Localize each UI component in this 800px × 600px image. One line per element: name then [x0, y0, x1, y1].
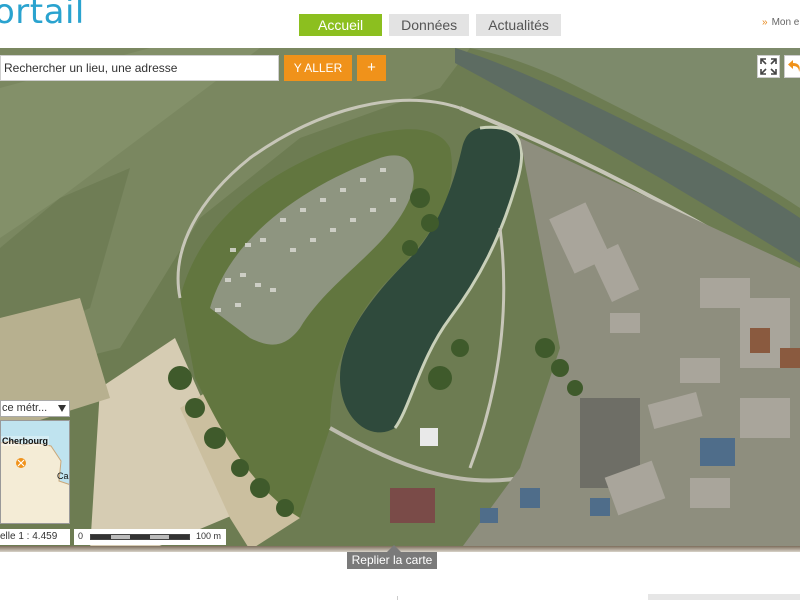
aerial-imagery[interactable] — [0, 48, 800, 550]
tab-actualites[interactable]: Actualités — [476, 14, 561, 36]
site-logo[interactable]: ortail — [0, 0, 85, 32]
fullscreen-button[interactable] — [757, 55, 780, 78]
search-input[interactable] — [0, 55, 279, 81]
add-button[interactable]: + — [357, 55, 386, 81]
collapse-map-button[interactable]: Replier la carte — [347, 545, 437, 569]
back-arrow-icon — [788, 60, 800, 72]
go-button[interactable]: Y ALLER — [284, 55, 352, 81]
content-divider — [397, 596, 398, 600]
content-panel-edge — [648, 594, 800, 600]
overview-city-label: Cherbourg — [1, 436, 49, 446]
chevron-right-icon: » — [762, 17, 768, 28]
back-button[interactable] — [784, 55, 800, 78]
main-nav: Accueil Données Actualités — [299, 14, 561, 36]
collapse-map-label: Replier la carte — [351, 553, 433, 567]
account-link[interactable]: » Mon e — [762, 17, 799, 28]
scale-zero-label: 0 — [78, 531, 84, 541]
scale-ratio: elle 1 : 4.459 — [0, 529, 70, 545]
tab-donnees[interactable]: Données — [389, 14, 470, 36]
layer-select[interactable]: ce métr... — [0, 400, 70, 417]
scale-bar-graphic — [90, 534, 190, 540]
overview-map[interactable]: Cherbourg Ca — [0, 420, 70, 524]
tab-accueil[interactable]: Accueil — [299, 14, 383, 36]
scale-bar: 0 100 m — [74, 529, 226, 545]
caret-up-icon — [387, 545, 401, 552]
map-view[interactable]: Y ALLER + ce métr... Cherbourg Ca — [0, 48, 800, 550]
chevron-down-icon — [58, 405, 66, 412]
account-link-label: Mon e — [771, 17, 800, 28]
scale-distance-label: 100 m — [196, 531, 222, 541]
layer-select-value: ce métr... — [2, 402, 48, 414]
fullscreen-icon — [760, 58, 777, 75]
header: ortail Accueil Données Actualités » Mon e — [0, 0, 800, 48]
overview-city-label-2: Ca — [57, 471, 69, 481]
